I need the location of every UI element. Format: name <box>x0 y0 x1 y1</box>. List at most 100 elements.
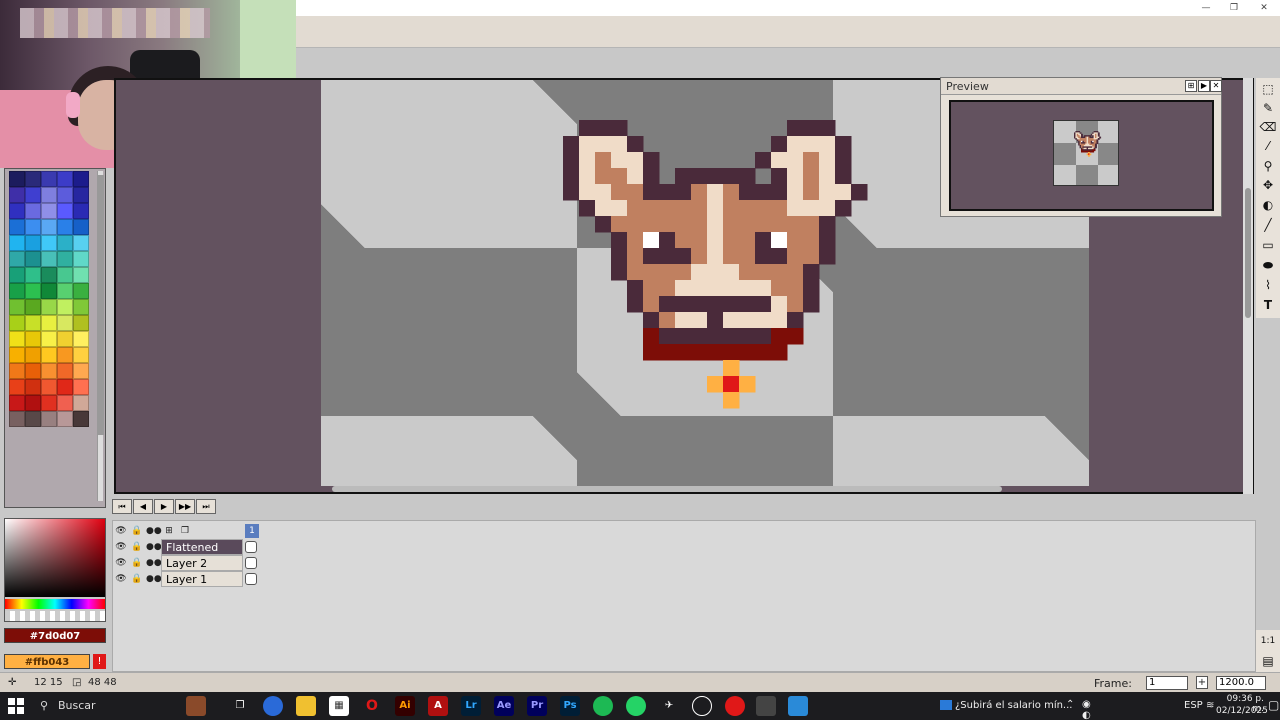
maximize-button[interactable]: ❐ <box>1218 0 1250 16</box>
palette-swatch[interactable] <box>73 395 89 411</box>
secondary-color-hex[interactable]: #ffb043 <box>4 654 90 669</box>
layer-visibility-icon[interactable]: 👁 <box>114 556 128 570</box>
palette-swatch[interactable] <box>41 299 57 315</box>
palette-swatch[interactable] <box>25 395 41 411</box>
layer-cel[interactable] <box>245 573 257 585</box>
alpha-slider[interactable] <box>5 611 105 621</box>
wifi-icon[interactable]: ≋ <box>1206 700 1214 711</box>
palette-swatch[interactable] <box>73 411 89 427</box>
palette-swatch[interactable] <box>25 331 41 347</box>
palette-swatch[interactable] <box>57 235 73 251</box>
layer-name[interactable]: Flattened <box>161 539 243 555</box>
palette-swatch[interactable] <box>57 283 73 299</box>
palette-scrollbar[interactable] <box>97 171 104 501</box>
fill-icon[interactable]: ◐ <box>1259 196 1277 214</box>
palette-swatch[interactable] <box>73 347 89 363</box>
palette-swatch[interactable] <box>73 203 89 219</box>
taskbar-app-ai[interactable]: Ai <box>395 696 415 716</box>
palette-swatch[interactable] <box>57 315 73 331</box>
file-explorer-icon[interactable] <box>296 696 316 716</box>
palette-swatch[interactable] <box>9 203 25 219</box>
palette-swatch[interactable] <box>25 283 41 299</box>
palette-swatch[interactable] <box>73 251 89 267</box>
layer-lock-icon[interactable]: 🔒 <box>130 540 144 554</box>
palette-swatch[interactable] <box>73 299 89 315</box>
palette-swatch[interactable] <box>9 315 25 331</box>
palette-swatch[interactable] <box>9 283 25 299</box>
primary-color-hex[interactable]: #7d0d07 <box>4 628 106 643</box>
layer-row[interactable]: 👁 🔒 ●● Layer 1 <box>113 571 261 587</box>
add-frame-icon[interactable]: + <box>1196 676 1208 689</box>
palette-swatch[interactable] <box>57 363 73 379</box>
eyedropper-icon[interactable]: ⁄ <box>1259 137 1277 155</box>
palette-swatch[interactable] <box>9 251 25 267</box>
layer-name[interactable]: Layer 2 <box>161 555 243 571</box>
palette-swatch[interactable] <box>9 379 25 395</box>
palette-swatch[interactable] <box>25 251 41 267</box>
layer-lock-icon[interactable]: 🔒 <box>130 556 144 570</box>
palette-swatch[interactable] <box>41 171 57 187</box>
palette-swatch[interactable] <box>9 219 25 235</box>
palette-swatch[interactable] <box>41 379 57 395</box>
palette-swatch[interactable] <box>41 395 57 411</box>
palette-swatch[interactable] <box>25 219 41 235</box>
palette-swatch[interactable] <box>57 187 73 203</box>
palette-swatch[interactable] <box>73 315 89 331</box>
palette-swatch[interactable] <box>41 331 57 347</box>
layer-continuous-icon[interactable]: ●● <box>146 556 162 570</box>
palette-swatch[interactable] <box>25 379 41 395</box>
zoom-icon[interactable]: ⚲ <box>1259 157 1277 175</box>
preview-expand-icon[interactable]: ⊞ <box>1185 80 1197 92</box>
palette-swatch[interactable] <box>25 235 41 251</box>
layers-view-icon[interactable]: ▤ <box>1259 652 1277 670</box>
line-icon[interactable]: ╱ <box>1259 216 1277 234</box>
palette-swatch[interactable] <box>25 363 41 379</box>
palette-swatch[interactable] <box>9 171 25 187</box>
layer-group-icon[interactable]: ❐ <box>178 524 192 538</box>
palette-swatch[interactable] <box>25 315 41 331</box>
palette-swatch[interactable] <box>9 267 25 283</box>
eye-icon[interactable]: 👁 <box>114 524 128 538</box>
palette-swatch[interactable] <box>25 347 41 363</box>
palette-swatch[interactable] <box>9 331 25 347</box>
palette-swatch[interactable] <box>57 251 73 267</box>
palette-swatch[interactable] <box>25 411 41 427</box>
palette-swatch[interactable] <box>25 171 41 187</box>
palette-swatch[interactable] <box>57 331 73 347</box>
palette-swatch[interactable] <box>73 219 89 235</box>
spotify-icon[interactable] <box>593 696 613 716</box>
taskbar-app-pr[interactable]: Pr <box>527 696 547 716</box>
saturation-value-field[interactable] <box>5 519 105 597</box>
preview-play-icon[interactable]: ▶ <box>1198 80 1210 92</box>
palette-swatch[interactable] <box>41 235 57 251</box>
tray-icons[interactable]: ◉ ◐ ☁ ⚡ 🔊 <box>1082 699 1094 720</box>
preview-close-icon[interactable]: ✕ <box>1210 80 1222 92</box>
layer-visibility-icon[interactable]: 👁 <box>114 572 128 586</box>
palette-swatch[interactable] <box>73 363 89 379</box>
layer-continuous-icon[interactable]: ●● <box>146 572 162 586</box>
whatsapp-icon[interactable] <box>626 696 646 716</box>
paint-icon[interactable] <box>788 696 808 716</box>
palette-swatch[interactable] <box>41 363 57 379</box>
preview-viewport[interactable] <box>949 100 1214 211</box>
link-icon[interactable]: ●● <box>146 524 162 538</box>
palette-swatch[interactable] <box>57 347 73 363</box>
palette-swatch[interactable] <box>41 267 57 283</box>
close-window-button[interactable]: ✕ <box>1248 0 1280 16</box>
palette-swatch[interactable] <box>9 411 25 427</box>
palette-swatch[interactable] <box>73 379 89 395</box>
palette-swatch[interactable] <box>57 411 73 427</box>
next-frame-button[interactable]: ▶▶ <box>175 499 195 514</box>
layer-row[interactable]: 👁 🔒 ●● Layer 2 <box>113 555 261 571</box>
layer-cel[interactable] <box>245 557 257 569</box>
ellipse-icon[interactable]: ⬬ <box>1259 256 1277 274</box>
task-view-icon[interactable]: ❐ <box>230 696 250 716</box>
lock-icon[interactable]: 🔒 <box>130 524 144 538</box>
frame-number[interactable]: 1 <box>245 524 259 538</box>
search-highlight-icon[interactable] <box>186 696 206 716</box>
palette-swatch[interactable] <box>73 267 89 283</box>
palette-swatch[interactable] <box>25 299 41 315</box>
frame-input[interactable]: 1 <box>1146 676 1188 690</box>
taskbar-app-ae[interactable]: Ae <box>494 696 514 716</box>
palette-swatch[interactable] <box>41 283 57 299</box>
